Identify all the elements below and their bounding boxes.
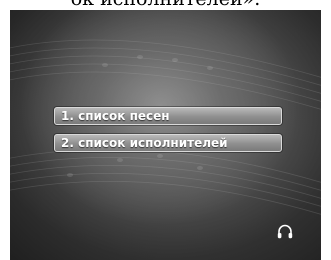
headphones-icon (277, 224, 293, 239)
player-screen: 1. список песен 2. список исполнителей (10, 10, 321, 260)
menu-item-song-list[interactable]: 1. список песен (54, 107, 282, 125)
top-caption: ок исполнителей». (0, 0, 331, 10)
menu-item-artist-list[interactable]: 2. список исполнителей (54, 134, 282, 152)
